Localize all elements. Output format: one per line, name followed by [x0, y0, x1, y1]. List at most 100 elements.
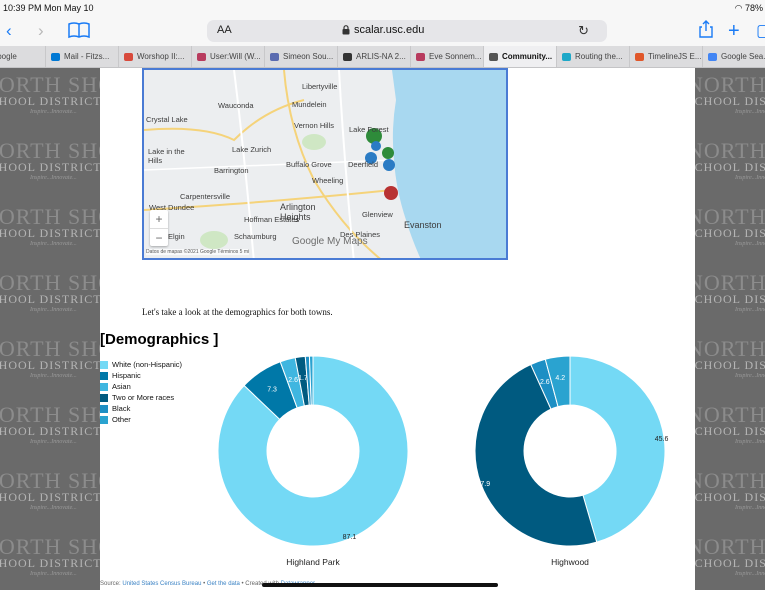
district-logo-text: SCHOOL DISTRICT: [695, 94, 765, 108]
browser-tab[interactable]: Google Sea...: [702, 46, 765, 67]
tab-label: Worshop II:...: [137, 52, 185, 61]
reload-icon[interactable]: ↻: [578, 23, 589, 39]
slice-value-label: 87.1: [343, 534, 357, 541]
tab-label: Eve Sonnem...: [429, 52, 482, 61]
tab-favicon-icon: [270, 53, 279, 61]
district-logo-text: SCHOOL DISTRICT: [0, 490, 100, 504]
home-indicator: [262, 583, 498, 587]
tab-favicon-icon: [708, 53, 717, 61]
district-logo-text: Inspire...Innovate...: [30, 307, 77, 313]
get-data-link[interactable]: Get the data: [207, 581, 240, 587]
browser-tab[interactable]: Mail - Fitzs...: [45, 46, 118, 67]
right-background-pattern: NORTH SHORESCHOOL DISTRICTInspire...Inno…: [695, 68, 765, 590]
tab-label: Routing the...: [575, 52, 623, 61]
share-icon[interactable]: [699, 20, 713, 38]
source-prefix: Source:: [100, 581, 123, 587]
district-logo-text: Inspire...Innovate...: [735, 175, 765, 181]
browser-tab[interactable]: User:Will (W...: [191, 46, 264, 67]
district-logo: NORTH SHORESCHOOL DISTRICTInspire...Inno…: [695, 534, 765, 590]
district-logo-text: SCHOOL DISTRICT: [695, 160, 765, 174]
tab-favicon-icon: [51, 53, 60, 61]
district-logo: NORTH SHORESCHOOL DISTRICTInspire...Inno…: [695, 402, 765, 462]
text-size-button[interactable]: AA: [217, 24, 232, 36]
district-logo-text: Inspire...Innovate...: [735, 505, 765, 511]
slice-value-label: 2.6: [540, 379, 550, 386]
district-logo: NORTH SHORESCHOOL DISTRICTInspire...Inno…: [695, 270, 765, 330]
district-logo-text: SCHOOL DISTRICT: [0, 226, 100, 240]
back-icon[interactable]: ‹: [6, 22, 12, 40]
district-logo-text: SCHOOL DISTRICT: [0, 556, 100, 570]
bookmarks-icon[interactable]: [68, 21, 90, 39]
slice-value-label: 2.6: [288, 377, 298, 384]
tab-bar: Google Mail - Fitzs... Worshop II:... User:…: [0, 46, 765, 68]
new-tab-icon[interactable]: +: [728, 21, 740, 41]
tab-label: ARLIS-NA 2...: [356, 52, 406, 61]
web-page: NORTH SHORESCHOOL DISTRICTInspire...Inno…: [0, 68, 765, 590]
district-logo: NORTH SHORESCHOOL DISTRICTInspire...Inno…: [695, 468, 765, 528]
district-logo-text: SCHOOL DISTRICT: [0, 160, 100, 174]
tab-label: Community...: [502, 52, 553, 61]
district-logo: NORTH SHORESCHOOL DISTRICTInspire...Inno…: [0, 72, 100, 132]
browser-tab[interactable]: ARLIS-NA 2...: [337, 46, 410, 67]
tabs-overview-icon[interactable]: ▢: [756, 22, 765, 40]
slice-value-label: 45.6: [655, 436, 669, 443]
district-logo-text: SCHOOL DISTRICT: [0, 292, 100, 306]
district-logo-text: Inspire...Innovate...: [735, 241, 765, 247]
forward-icon[interactable]: ›: [38, 22, 44, 40]
url-text: scalar.usc.edu: [354, 24, 425, 36]
district-logo-text: Inspire...Innovate...: [30, 505, 77, 511]
wifi-icon: ◠: [734, 3, 743, 13]
address-bar[interactable]: AA scalar.usc.edu ↻: [207, 20, 607, 42]
district-logo: NORTH SHORESCHOOL DISTRICTInspire...Inno…: [0, 204, 100, 264]
tab-favicon-icon: [343, 53, 352, 61]
district-logo-text: SCHOOL DISTRICT: [695, 292, 765, 306]
chart-title: Highland Park: [286, 557, 340, 567]
district-logo-text: Inspire...Innovate...: [735, 307, 765, 313]
district-logo: NORTH SHORESCHOOL DISTRICTInspire...Inno…: [695, 336, 765, 396]
district-logo-text: Inspire...Innovate...: [735, 109, 765, 115]
district-logo: NORTH SHORESCHOOL DISTRICTInspire...Inno…: [0, 336, 100, 396]
slice-value-label: 4.2: [555, 375, 565, 382]
browser-tab[interactable]: Google: [0, 46, 45, 67]
tab-label: User:Will (W...: [210, 52, 261, 61]
district-logo-text: SCHOOL DISTRICT: [0, 94, 100, 108]
browser-tab[interactable]: Worshop II:...: [118, 46, 191, 67]
battery-percent: 78%: [744, 3, 763, 13]
district-logo-text: SCHOOL DISTRICT: [695, 556, 765, 570]
browser-tab[interactable]: Simeon Sou...: [264, 46, 337, 67]
district-logo-text: Inspire...Innovate...: [735, 439, 765, 445]
district-logo: NORTH SHORESCHOOL DISTRICTInspire...Inno…: [0, 468, 100, 528]
left-background-pattern: NORTH SHORESCHOOL DISTRICTInspire...Inno…: [0, 68, 100, 590]
district-logo-text: SCHOOL DISTRICT: [695, 358, 765, 372]
donut-charts: 87.17.32.6 1.745.647.92.64.2: [217, 355, 669, 547]
district-logo-text: Inspire...Innovate...: [30, 439, 77, 445]
tab-label: TimelineJS E...: [648, 52, 702, 61]
tab-favicon-icon: [416, 53, 425, 61]
browser-tab[interactable]: Community...: [483, 46, 556, 67]
district-logo: NORTH SHORESCHOOL DISTRICTInspire...Inno…: [695, 204, 765, 264]
tab-label: Google: [0, 52, 17, 61]
district-logo-text: SCHOOL DISTRICT: [0, 424, 100, 438]
tab-favicon-icon: [489, 53, 498, 61]
district-logo: NORTH SHORESCHOOL DISTRICTInspire...Inno…: [0, 138, 100, 198]
tab-label: Google Sea...: [721, 52, 765, 61]
tab-favicon-icon: [124, 53, 133, 61]
district-logo-text: SCHOOL DISTRICT: [695, 424, 765, 438]
tab-favicon-icon: [562, 53, 571, 61]
browser-tab[interactable]: Eve Sonnem...: [410, 46, 483, 67]
content-column: Libertyville Wauconda Mundelein Lake Forest…: [100, 68, 695, 590]
source-link[interactable]: United States Census Bureau: [122, 581, 201, 587]
district-logo-text: Inspire...Innovate...: [30, 373, 77, 379]
browser-tab[interactable]: Routing the...: [556, 46, 629, 67]
status-time: 10:39 PM Mon May 10: [3, 3, 94, 13]
district-logo: NORTH SHORESCHOOL DISTRICTInspire...Inno…: [0, 534, 100, 590]
district-logo: NORTH SHORESCHOOL DISTRICTInspire...Inno…: [695, 138, 765, 198]
chart-title: Highwood: [551, 557, 589, 567]
browser-tab[interactable]: TimelineJS E...: [629, 46, 702, 67]
district-logo-text: Inspire...Innovate...: [735, 373, 765, 379]
tab-favicon-icon: [635, 53, 644, 61]
browser-toolbar: ‹ › AA scalar.usc.edu ↻ + ▢: [0, 16, 765, 46]
district-logo-text: Inspire...Innovate...: [30, 109, 77, 115]
status-bar: 10:39 PM Mon May 10 ◠ 78%: [0, 0, 765, 16]
tab-favicon-icon: [197, 53, 206, 61]
